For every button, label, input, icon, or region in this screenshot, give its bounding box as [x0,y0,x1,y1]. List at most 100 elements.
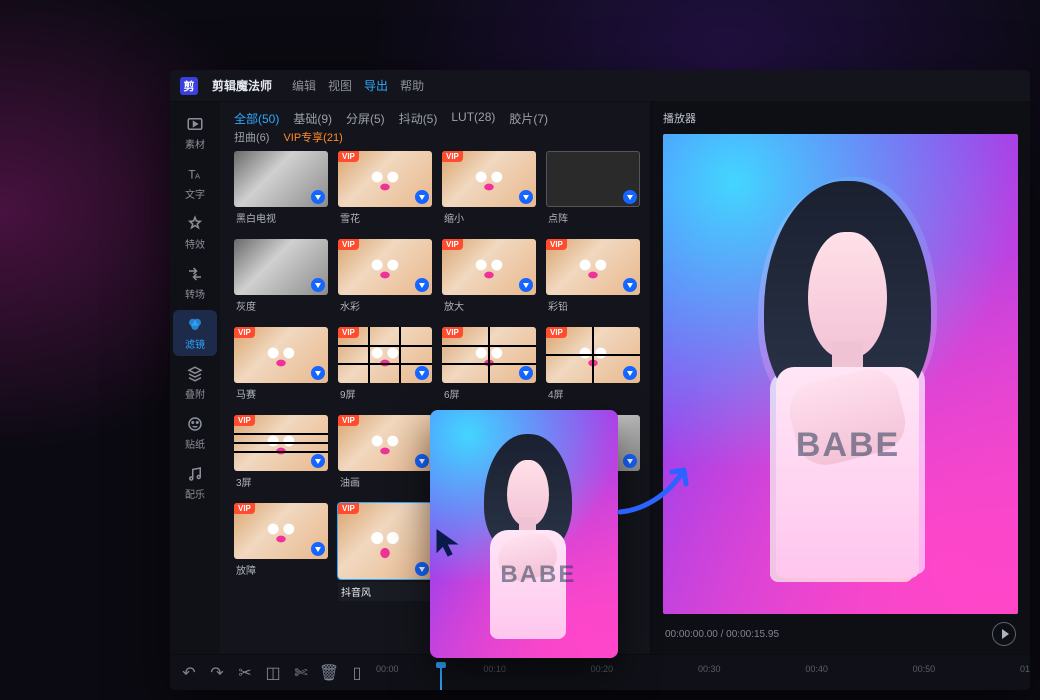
subcategory-row: 扭曲(6) VIP专享(21) [220,129,650,151]
filter-tile[interactable]: VIP放障 [234,503,328,581]
filter-thumb: VIP [338,503,432,579]
rail-media[interactable]: 素材 [173,110,217,156]
undo-button[interactable]: ↶ [180,664,198,682]
filter-tile[interactable]: VIP3屏 [234,415,328,493]
download-icon[interactable] [623,278,637,292]
redo-button[interactable]: ↷ [208,664,226,682]
download-icon[interactable] [311,454,325,468]
filter-thumb [234,239,328,295]
filter-tile[interactable]: VIP缩小 [442,151,536,229]
filter-tile[interactable]: VIP抖音风 [338,503,432,601]
vip-badge: VIP [338,503,359,514]
filter-label: 雪花 [338,210,432,225]
preview-canvas[interactable]: BABE BABE BABE [663,134,1018,614]
filter-tile[interactable]: VIP油画 [338,415,432,493]
filter-label: 6屏 [442,386,536,401]
playhead[interactable] [440,664,442,691]
timeline-tick: 00:40 [805,664,828,674]
filter-tile[interactable]: VIP水彩 [338,239,432,317]
download-icon[interactable] [623,190,637,204]
download-icon[interactable] [623,366,637,380]
filter-thumb: VIP [234,503,328,559]
category-tab[interactable]: LUT(28) [451,110,495,127]
category-tab[interactable]: 抖动(5) [399,110,438,127]
download-icon[interactable] [415,278,429,292]
download-icon[interactable] [519,278,533,292]
vip-badge: VIP [546,239,567,250]
filter-tile[interactable]: VIP 雪花 [338,151,432,229]
filter-tile[interactable]: VIP 彩铅 [546,239,640,317]
category-tab[interactable]: 全部(50) [234,110,279,127]
filter-tile[interactable]: 点阵 [546,151,640,229]
menu-view[interactable]: 视图 [328,77,352,94]
marker-button[interactable]: ▯ [348,664,366,682]
play-button[interactable] [992,622,1016,646]
vip-badge: VIP [442,239,463,250]
rail-label: 文字 [185,186,205,201]
preview-controls: 00:00:00.00 / 00:00:15.95 [651,614,1030,654]
download-icon[interactable] [415,190,429,204]
vip-badge: VIP [442,151,463,162]
cut-button[interactable]: ✂ [236,664,254,682]
rail-trans[interactable]: 转场 [173,260,217,306]
download-icon[interactable] [311,278,325,292]
rail-fx[interactable]: 特效 [173,210,217,256]
titlebar: 剪 剪辑魔法师 编辑 视图 导出 帮助 [170,70,1030,102]
rail-label: 贴纸 [185,436,205,451]
subtab-vip[interactable]: VIP专享(21) [283,129,342,145]
filter-label: 彩铅 [546,298,640,313]
filter-label: 9屏 [338,386,432,401]
filter-tile[interactable]: 灰度 [234,239,328,317]
delete-button[interactable]: 🗑 [320,664,338,682]
subtab-distort[interactable]: 扭曲(6) [234,129,269,145]
rail-filter[interactable]: 滤镜 [173,310,217,356]
svg-text:A: A [195,172,200,181]
filter-tile[interactable]: 黑白电视 [234,151,328,229]
rail-text[interactable]: TA 文字 [173,160,217,206]
filter-label: 放大 [442,298,536,313]
time-total: 00:00:15.95 [726,629,779,640]
scissors-button[interactable]: ✄ [292,664,310,682]
download-icon[interactable] [519,190,533,204]
menu-export[interactable]: 导出 [364,77,388,94]
download-icon[interactable] [623,454,637,468]
filter-thumb: VIP [442,239,536,295]
filter-tile[interactable]: VIP 放大 [442,239,536,317]
time-current: 00:00:00.00 [665,629,718,640]
filter-tile[interactable]: VIP4屏 [546,327,640,405]
filter-tile[interactable]: VIP9屏 [338,327,432,405]
crop-button[interactable]: ◫ [264,664,282,682]
sticker-icon [186,415,204,433]
menu-help[interactable]: 帮助 [400,77,424,94]
preview-panel: 播放器 BABE BABE BABE 00:00:00.00 / 00:00:1… [650,102,1030,654]
download-icon[interactable] [415,562,429,576]
filter-tile[interactable]: VIP马赛 [234,327,328,405]
rail-overlay[interactable]: 叠附 [173,360,217,406]
filter-thumb: VIP [234,415,328,471]
vip-badge: VIP [234,415,255,426]
preview-image: BABE BABE BABE [663,134,1018,614]
download-icon[interactable] [519,366,533,380]
text-icon: TA [186,165,204,183]
category-tab[interactable]: 分屏(5) [346,110,385,127]
category-tab[interactable]: 胶片(7) [509,110,548,127]
download-icon[interactable] [415,454,429,468]
category-tab[interactable]: 基础(9) [293,110,332,127]
timeline-ruler[interactable]: 00:0000:1000:2000:3000:4000:5001:00 [376,664,1020,682]
filter-thumb: VIP [546,327,640,383]
filter-thumb: VIP [442,327,536,383]
vip-badge: VIP [546,327,567,338]
menu-edit[interactable]: 编辑 [292,77,316,94]
filter-label: 油画 [338,474,432,489]
download-icon[interactable] [311,366,325,380]
filter-label: 黑白电视 [234,210,328,225]
download-icon[interactable] [311,190,325,204]
download-icon[interactable] [415,366,429,380]
filter-thumb: VIP [338,151,432,207]
filter-tile[interactable]: VIP 6屏 [442,327,536,405]
rail-music[interactable]: 配乐 [173,460,217,506]
app-title: 剪辑魔法师 [212,77,272,94]
download-icon[interactable] [311,542,325,556]
rail-sticker[interactable]: 贴纸 [173,410,217,456]
vip-badge: VIP [442,327,463,338]
